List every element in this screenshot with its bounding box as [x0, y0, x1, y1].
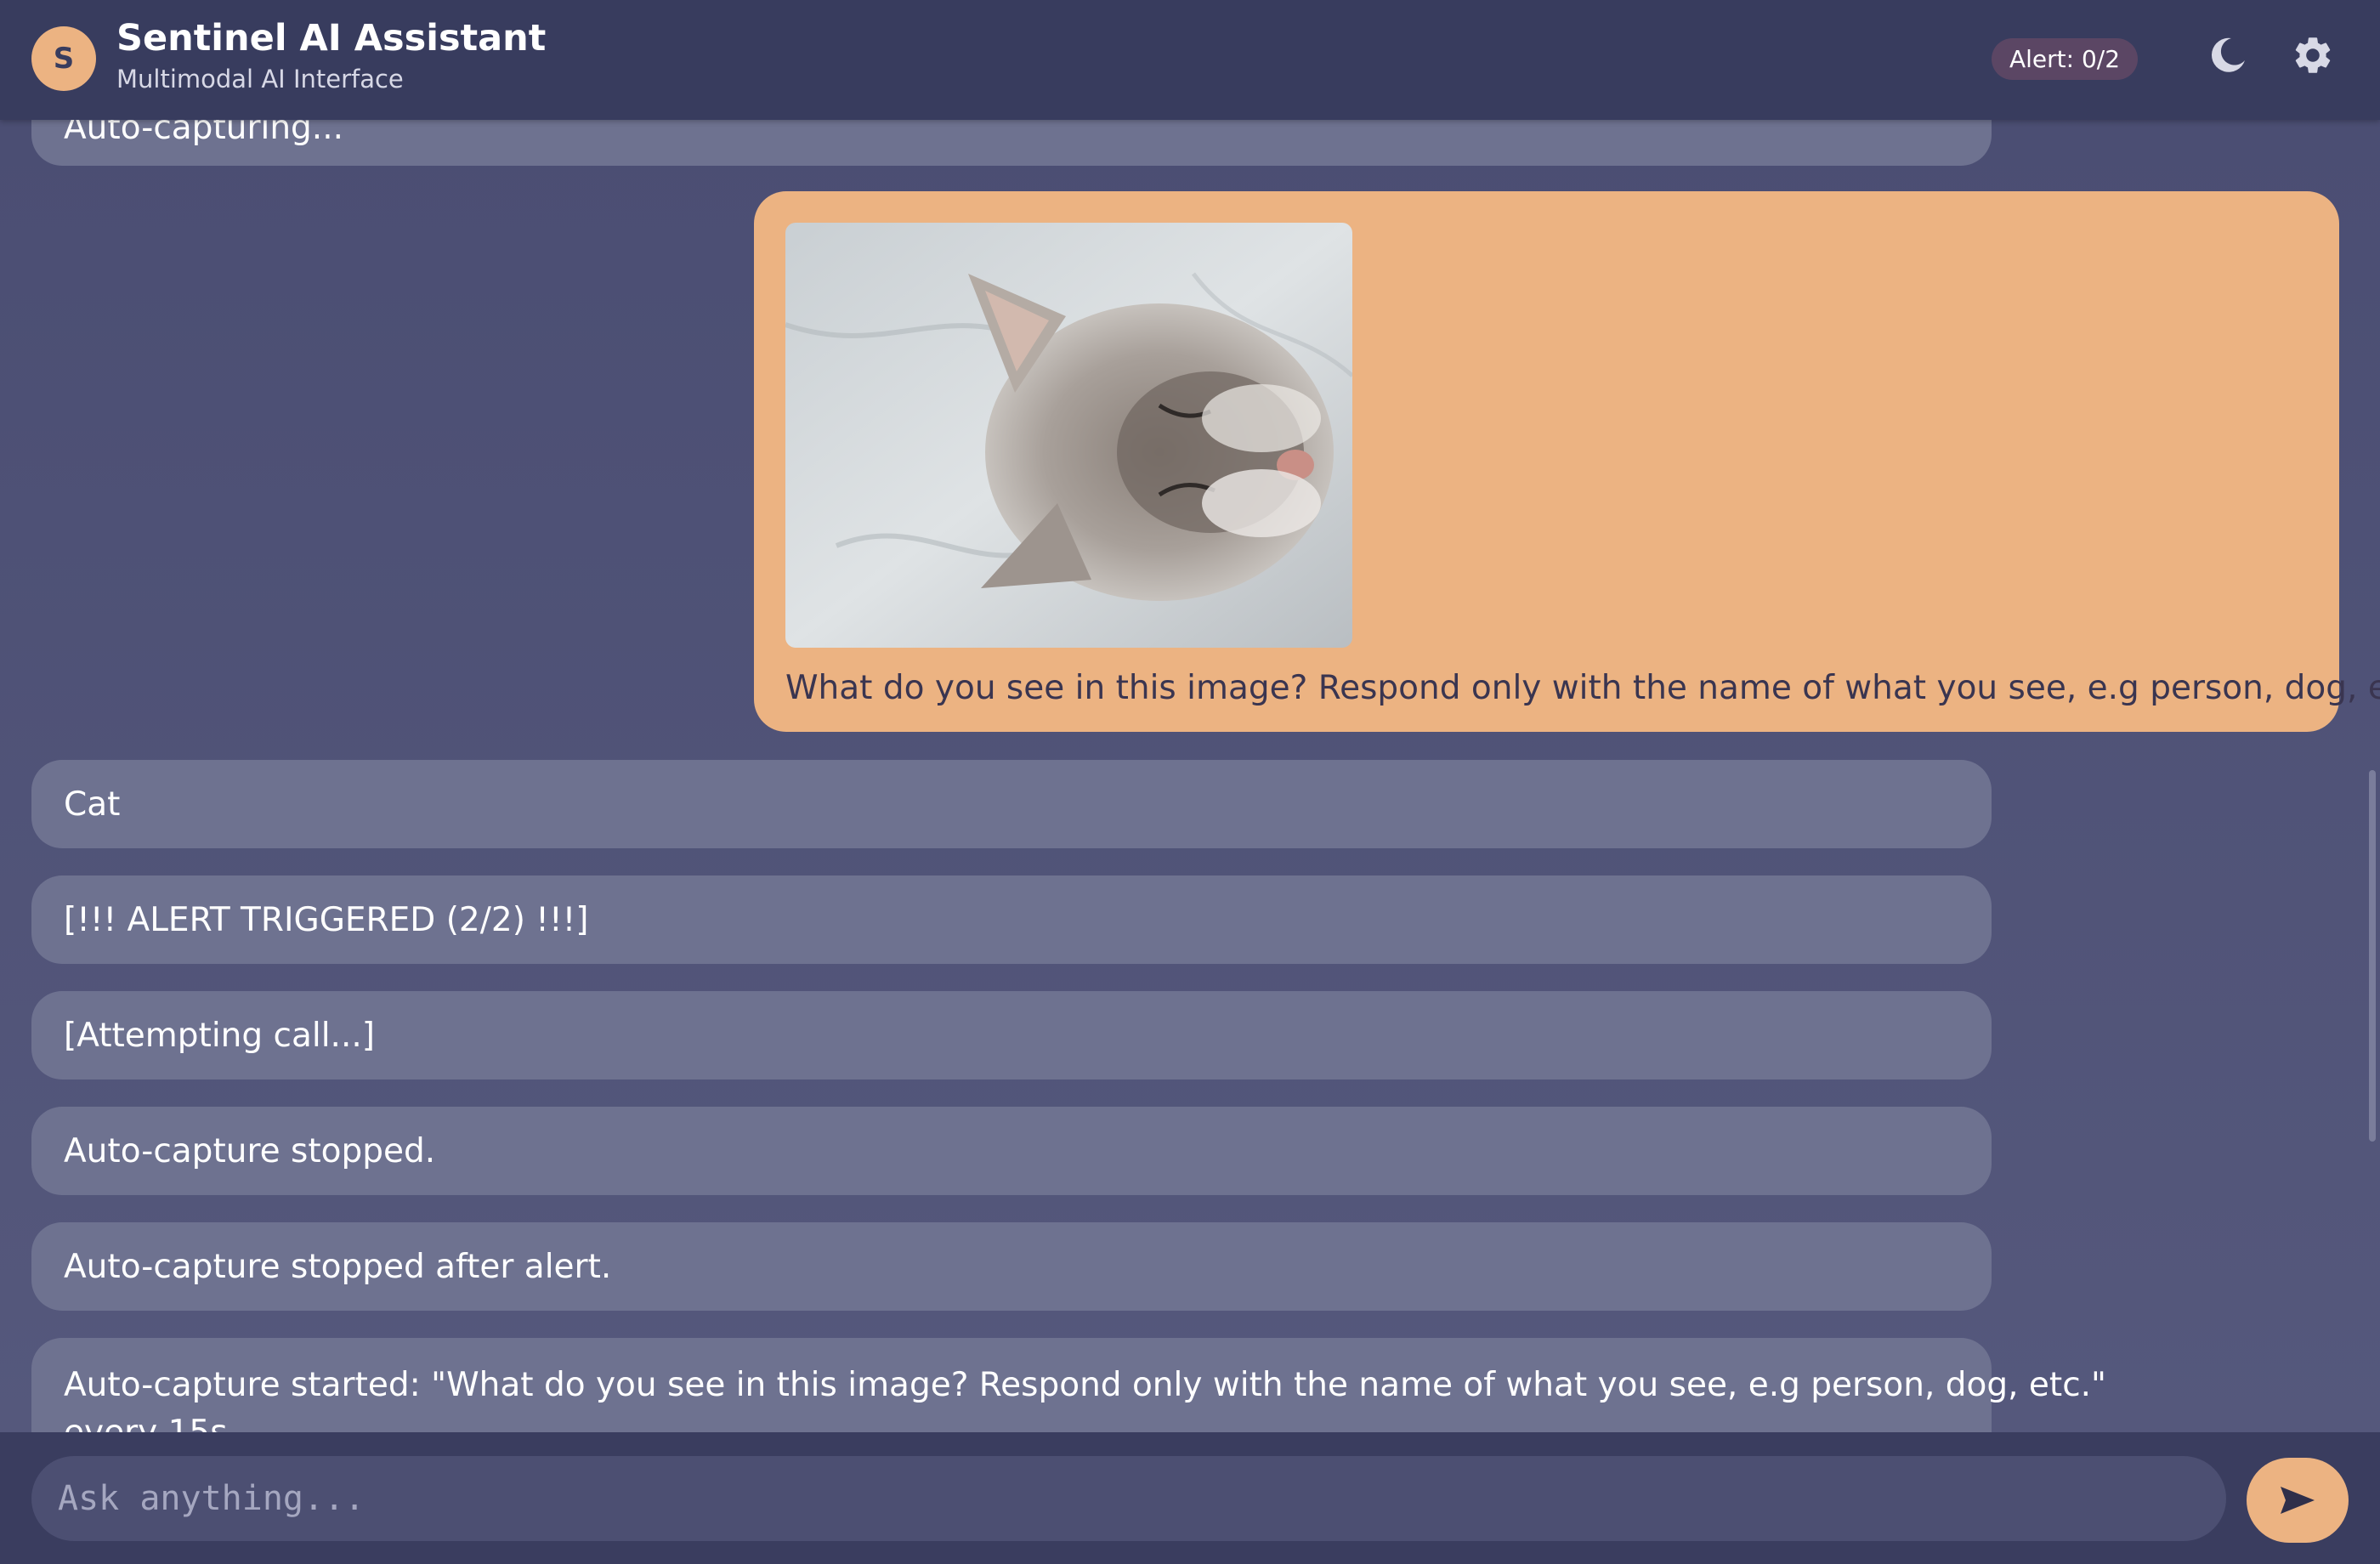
composer	[0, 1432, 2380, 1564]
message-text: Auto-capture stopped after alert.	[64, 1247, 612, 1286]
message-text: Cat	[64, 785, 121, 824]
assistant-message: Auto-capturing...	[31, 120, 1992, 166]
assistant-message: Auto-capture stopped after alert.	[31, 1222, 1992, 1311]
avatar: S	[31, 26, 96, 91]
assistant-message: [Attempting call...]	[31, 991, 1992, 1080]
sleeping-cat-image[interactable]	[785, 223, 1352, 648]
assistant-message: Auto-capture stopped.	[31, 1107, 1992, 1195]
message-text: Auto-capturing...	[64, 120, 343, 147]
message-text: [!!! ALERT TRIGGERED (2/2) !!!]	[64, 900, 589, 939]
assistant-message: Cat	[31, 760, 1992, 848]
message-text: [Attempting call...]	[64, 1016, 375, 1055]
chat-input[interactable]	[31, 1456, 2226, 1541]
chat-scrollbar[interactable]	[2369, 770, 2376, 1142]
moon-icon	[2211, 37, 2245, 72]
settings-button[interactable]	[2287, 30, 2338, 81]
send-icon	[2281, 1487, 2315, 1514]
chat-messages[interactable]: Auto-capturing... What do you see in thi…	[0, 120, 2380, 1432]
gear-icon	[2295, 37, 2331, 73]
app-subtitle: Multimodal AI Interface	[116, 65, 404, 94]
app-header: S Sentinel AI Assistant Multimodal AI In…	[0, 0, 2380, 120]
assistant-message: Auto-capture started: "What do you see i…	[31, 1338, 2106, 1432]
message-text-continued: every 15s	[64, 1409, 228, 1432]
send-button[interactable]	[2247, 1458, 2349, 1543]
alert-message: [!!! ALERT TRIGGERED (2/2) !!!]	[31, 876, 1992, 964]
message-text: Auto-capture started: "What do you see i…	[64, 1366, 2106, 1404]
alert-status-badge: Alert: 0/2	[1992, 38, 2139, 80]
user-message: What do you see in this image? Respond o…	[754, 191, 2380, 732]
message-text: What do you see in this image? Respond o…	[785, 669, 2380, 707]
app-title: Sentinel AI Assistant	[116, 17, 547, 60]
message-text: Auto-capture stopped.	[64, 1131, 436, 1170]
theme-toggle-button[interactable]	[2202, 30, 2253, 81]
